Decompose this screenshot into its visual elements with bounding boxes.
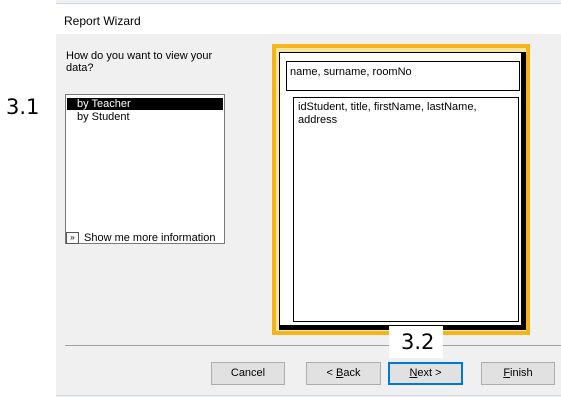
next-button[interactable]: Next > <box>388 362 463 385</box>
button-separator <box>65 345 561 346</box>
annotation-label-3-2: 3.2 <box>389 326 443 358</box>
cancel-button[interactable]: Cancel <box>211 362 285 385</box>
window-title: Report Wizard <box>64 14 141 28</box>
title-bar: Report Wizard <box>56 4 561 34</box>
preview-group-fields: name, surname, roomNo <box>286 61 520 91</box>
show-more-info-button[interactable]: » Show me more information <box>66 231 215 245</box>
list-item-by-teacher[interactable]: by Teacher <box>67 98 223 110</box>
bottom-border <box>56 395 561 396</box>
annotation-label-3-1: 3.1 <box>0 95 44 121</box>
next-label-rest: ext > <box>417 367 442 379</box>
back-label-rest: ack <box>343 367 361 379</box>
show-more-info-label: Show me more information <box>84 232 216 244</box>
finish-label-rest: inish <box>510 367 533 379</box>
cancel-label: Cancel <box>230 367 266 379</box>
finish-button[interactable]: Finish <box>481 362 555 385</box>
view-by-listbox[interactable]: by Teacher by Student <box>65 94 225 244</box>
back-button[interactable]: < Back <box>306 362 381 385</box>
list-item-by-student[interactable]: by Student <box>67 111 223 123</box>
back-arrow-label: < <box>326 367 336 379</box>
view-question-label: How do you want to view your data? <box>66 50 213 74</box>
chevron-double-right-icon: » <box>66 232 79 244</box>
preview-detail-fields: idStudent, title, firstName, lastName, a… <box>293 97 519 322</box>
